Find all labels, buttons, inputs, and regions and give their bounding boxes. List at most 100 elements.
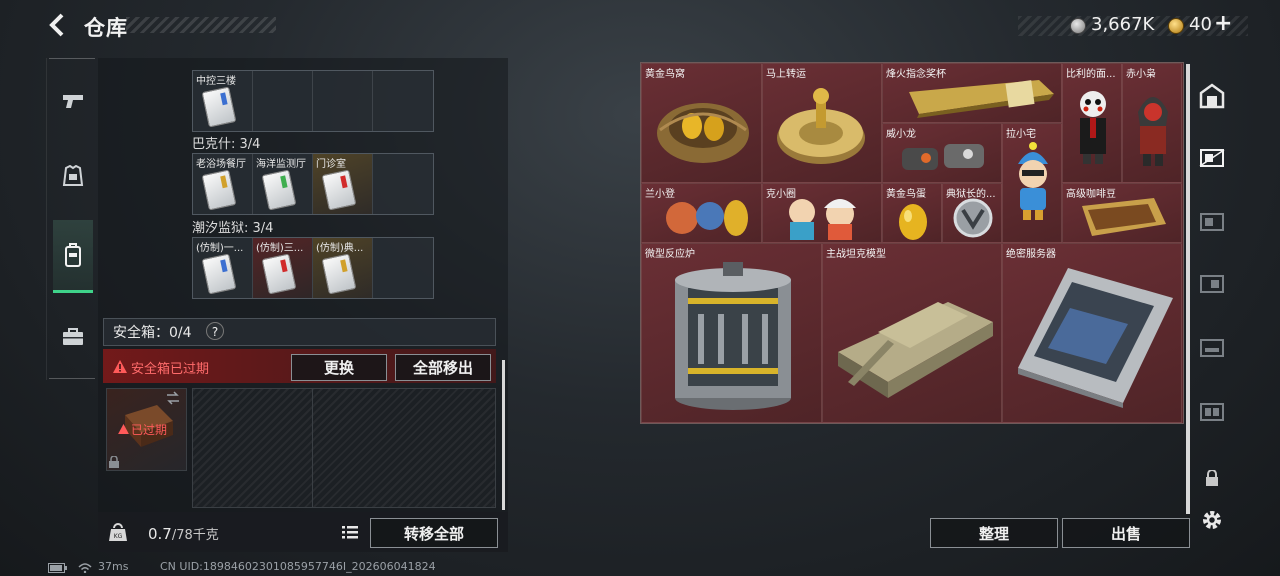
- vault-icon: [1199, 83, 1225, 109]
- inventory-scrollbar[interactable]: [502, 360, 505, 510]
- backpack-icon: [65, 243, 81, 267]
- golden-nest-icon: [657, 103, 749, 163]
- stash-item[interactable]: 拉小宅: [1002, 123, 1062, 243]
- tab-storage-2[interactable]: [1198, 208, 1226, 236]
- stash-item[interactable]: 高级咖啡豆: [1062, 183, 1182, 243]
- key-slot[interactable]: [373, 71, 433, 131]
- briefcase-icon: [63, 328, 83, 345]
- back-button[interactable]: [46, 12, 70, 38]
- pistol-icon: [63, 95, 83, 108]
- safe-box-grid[interactable]: [192, 388, 496, 508]
- key-slot[interactable]: 老浴场餐厅: [193, 154, 253, 214]
- stash-item[interactable]: 比利的面...: [1062, 63, 1122, 183]
- status-bar: 37ms CN UID:18984602301085957746I_202606…: [40, 558, 600, 576]
- title-decoration: [126, 17, 276, 33]
- stash-item[interactable]: 主战坦克模型: [822, 243, 1002, 423]
- stash-item[interactable]: 黄金鸟蛋: [882, 183, 942, 243]
- dragon-figure-icon: [902, 144, 984, 170]
- page-title: 仓库: [84, 16, 128, 40]
- stash-item[interactable]: 赤小枭: [1122, 63, 1182, 183]
- list-icon[interactable]: [341, 524, 359, 540]
- tab-storage-1[interactable]: [1198, 144, 1226, 172]
- stash-item[interactable]: 兰小登: [641, 183, 762, 243]
- coin-icon: [1070, 18, 1086, 34]
- figure-pair-icon: [789, 199, 856, 240]
- chibi-figure-icon: [1018, 142, 1048, 220]
- weight-max: /78千克: [171, 528, 219, 543]
- stash-item[interactable]: 黄金鸟窝: [641, 63, 762, 183]
- key-group-label: 潮汐监狱: 3/4: [192, 221, 274, 236]
- ping-value: 37ms: [98, 560, 129, 573]
- key-group-label: 巴克什: 3/4: [192, 137, 261, 152]
- tab-storage-5[interactable]: [1198, 398, 1226, 426]
- uid-text: CN UID:18984602301085957746I_20260604182…: [160, 560, 436, 573]
- tab-locked[interactable]: [1198, 464, 1226, 492]
- key-slot[interactable]: [373, 154, 433, 214]
- transfer-all-button[interactable]: 转移全部: [370, 518, 498, 548]
- key-slot[interactable]: 门诊室: [313, 154, 373, 214]
- key-slot[interactable]: [313, 71, 373, 131]
- lock-icon: [109, 456, 119, 468]
- replace-button[interactable]: 更换: [291, 354, 387, 381]
- stash-item[interactable]: 烽火指念奖杯: [882, 63, 1062, 123]
- key-row-1: 老浴场餐厅 海洋监测厅 门诊室: [192, 153, 434, 215]
- safe-box-label: 安全箱：0/4: [113, 325, 192, 341]
- stash-scrollbar[interactable]: [1186, 64, 1190, 514]
- stash-grid: 黄金鸟窝 马上转运 烽火指念奖杯 比利的面... 赤小枭 威小龙 拉小宅 兰小登…: [640, 62, 1184, 424]
- card-icon-3: [1200, 275, 1224, 293]
- reactor-icon: [675, 262, 791, 410]
- tab-briefcase[interactable]: [53, 302, 93, 372]
- armor-icon: [62, 165, 84, 186]
- server-icon: [1018, 268, 1173, 408]
- key-slot[interactable]: (仿制)典...: [313, 238, 373, 298]
- figure-group-icon: [666, 200, 748, 236]
- gold-coin-icon: [1168, 18, 1184, 34]
- stash-item[interactable]: 威小龙: [882, 123, 1002, 183]
- card-icon-1: [1199, 149, 1225, 167]
- stash-nav: [1192, 64, 1232, 544]
- add-gold-button[interactable]: +: [1214, 11, 1232, 36]
- stash-item[interactable]: 绝密服务器: [1002, 243, 1182, 423]
- card-icon-5: [1200, 403, 1224, 421]
- warning-icon: [113, 360, 127, 373]
- key-slot[interactable]: 中控三楼: [193, 71, 253, 131]
- safe-item-expired-label: 已过期: [131, 423, 168, 437]
- key-slot[interactable]: 海洋监测厅: [253, 154, 313, 214]
- key-card-icon: [261, 253, 297, 295]
- coffee-bag-icon: [1082, 198, 1166, 236]
- tab-storage-4[interactable]: [1198, 334, 1226, 362]
- tab-armor[interactable]: [53, 142, 93, 212]
- help-button[interactable]: ?: [206, 322, 224, 340]
- key-card-icon: [321, 169, 357, 211]
- tab-backpack[interactable]: [53, 220, 93, 293]
- key-card-icon: [261, 169, 297, 211]
- key-slot[interactable]: (仿制)三...: [253, 238, 313, 298]
- sell-button[interactable]: 出售: [1062, 518, 1190, 548]
- stash-item[interactable]: 典狱长的...: [942, 183, 1002, 243]
- gold-value: 40: [1189, 14, 1212, 35]
- stash-item[interactable]: 克小圈: [762, 183, 882, 243]
- tab-weapons[interactable]: [53, 66, 93, 136]
- chevron-left-icon: [49, 13, 64, 37]
- category-nav: [46, 58, 98, 380]
- warden-badge-icon: [953, 198, 993, 238]
- grid-divider: [312, 388, 313, 508]
- card-icon-2: [1200, 213, 1224, 231]
- stash-item[interactable]: 微型反应炉: [641, 243, 822, 423]
- tab-vault[interactable]: [1198, 82, 1226, 110]
- key-slot[interactable]: (仿制)一...: [193, 238, 253, 298]
- key-slot[interactable]: [253, 71, 313, 131]
- remove-all-button[interactable]: 全部移出: [395, 354, 491, 381]
- card-icon-4: [1200, 339, 1224, 357]
- organize-button[interactable]: 整理: [930, 518, 1058, 548]
- key-slot[interactable]: [373, 238, 433, 298]
- tank-model-icon: [838, 302, 993, 398]
- key-card-icon: [201, 86, 237, 128]
- weight-icon: KG: [109, 523, 127, 541]
- tab-storage-3[interactable]: [1198, 270, 1226, 298]
- stash-item[interactable]: 马上转运: [762, 63, 882, 183]
- svg-text:KG: KG: [114, 533, 123, 540]
- weight-value: 0.7/78千克: [148, 524, 219, 543]
- settings-button[interactable]: [1198, 506, 1226, 534]
- swap-icon[interactable]: [165, 391, 181, 405]
